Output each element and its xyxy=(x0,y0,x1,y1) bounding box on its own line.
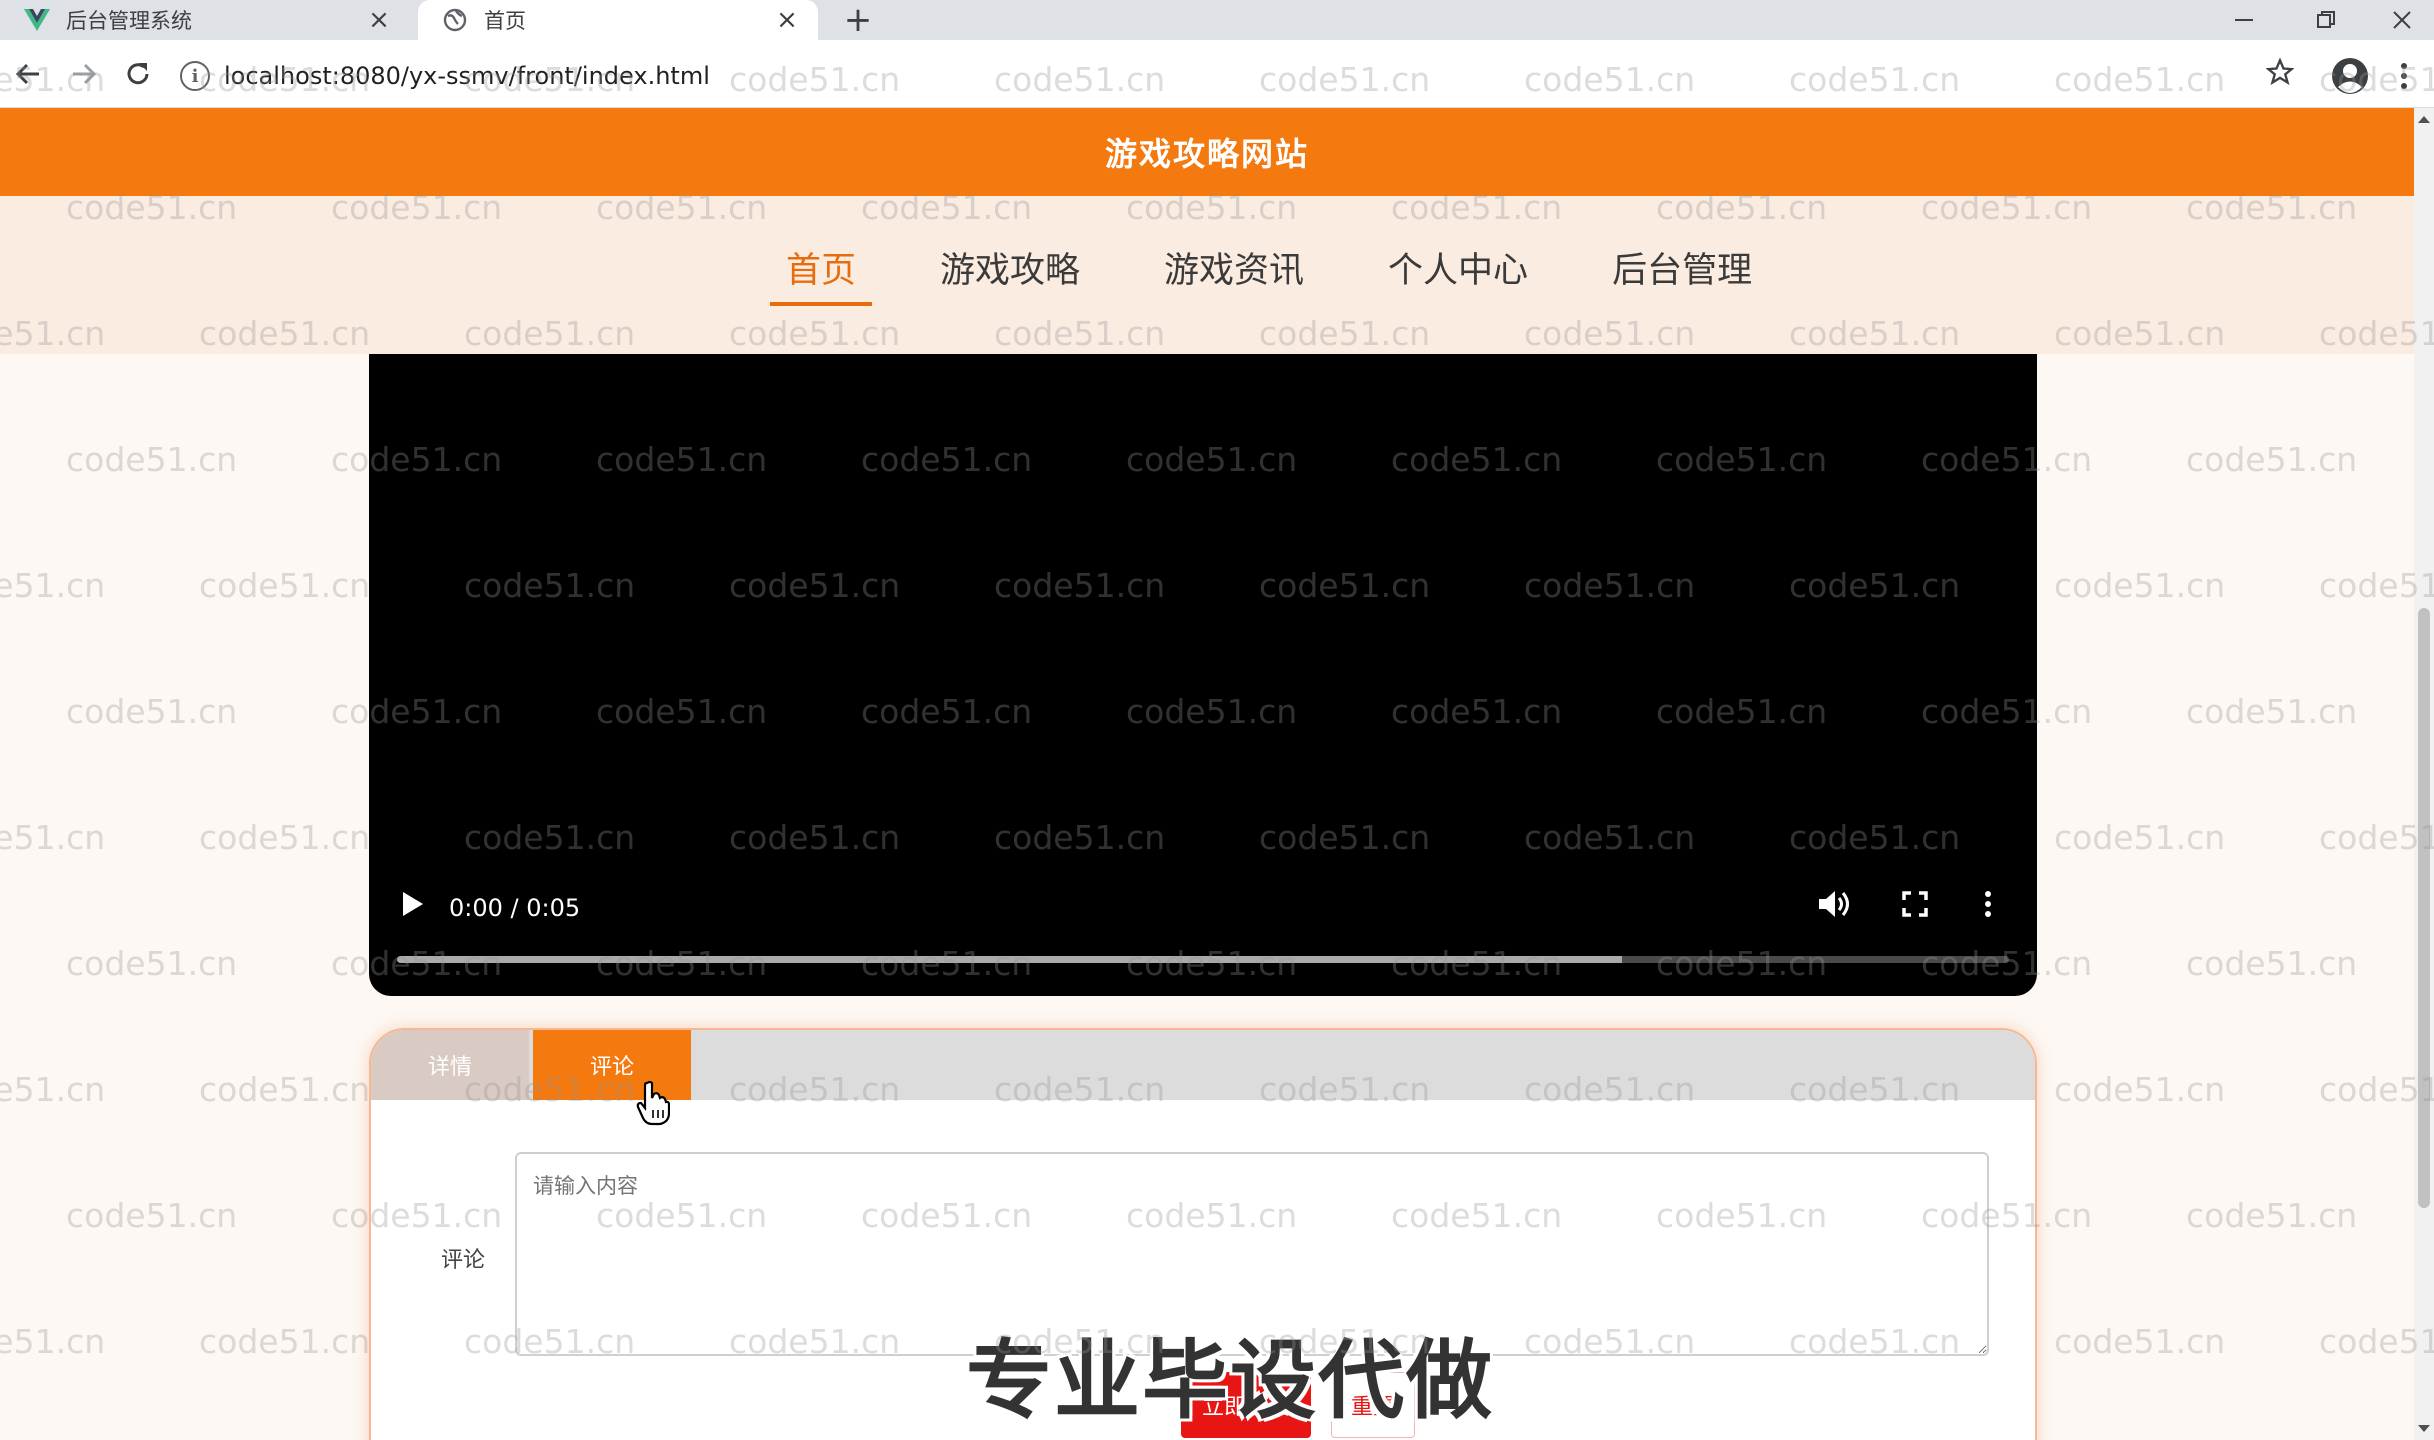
nav-item-game-guides[interactable]: 游戏攻略 xyxy=(924,246,1096,306)
browser-tab-title: 后台管理系统 xyxy=(66,9,192,33)
browser-menu-icon[interactable] xyxy=(2392,58,2416,94)
watermark-text: code51.cn xyxy=(2054,1322,2226,1361)
watermark-text: code51.cn xyxy=(66,1196,238,1235)
scroll-up-icon[interactable] xyxy=(2418,116,2430,123)
watermark-text: code51.cn xyxy=(199,818,371,857)
browser-tab-bar: 后台管理系统 × 首页 × + xyxy=(0,0,2434,40)
info-icon[interactable]: i xyxy=(180,61,210,91)
reload-button[interactable] xyxy=(116,52,160,96)
watermark-text: code51.cn xyxy=(0,1070,106,1109)
browser-tab-home[interactable]: 首页 × xyxy=(418,0,818,40)
watermark-text: code51.cn xyxy=(0,566,106,605)
watermark-text: code51.cn xyxy=(2186,440,2358,479)
browser-tab-title: 首页 xyxy=(484,9,526,33)
video-buffered-bar xyxy=(397,956,1623,963)
close-tab-icon[interactable]: × xyxy=(774,5,800,35)
nav-item-game-news[interactable]: 游戏资讯 xyxy=(1148,246,1320,306)
bookmark-star-icon[interactable] xyxy=(2265,57,2295,90)
watermark-text: code51.cn xyxy=(0,818,106,857)
browser-tab-admin[interactable]: 后台管理系统 × xyxy=(0,0,410,40)
watermark-text: code51.cn xyxy=(199,566,371,605)
watermark-text: code51.cn xyxy=(2186,1196,2358,1235)
watermark-text: code51.cn xyxy=(199,1322,371,1361)
nav-item-user-center[interactable]: 个人中心 xyxy=(1372,246,1544,306)
video-progress-bar[interactable] xyxy=(397,956,2009,963)
main-nav: 首页 游戏攻略 游戏资讯 个人中心 后台管理 xyxy=(0,196,2414,354)
detail-tabs: 详情 评论 xyxy=(371,1030,2035,1100)
fullscreen-icon[interactable] xyxy=(1901,890,1929,922)
site-title: 游戏攻略网站 xyxy=(1104,135,1309,173)
video-more-icon[interactable] xyxy=(1983,888,1993,924)
watermark-text: code51.cn xyxy=(66,440,238,479)
browser-toolbar: i localhost:8080/yx-ssmv/front/index.htm… xyxy=(0,40,2434,108)
watermark-text: code51.cn xyxy=(2054,1070,2226,1109)
watermark-text: code51.cn xyxy=(66,944,238,983)
globe-icon xyxy=(442,7,468,33)
back-button[interactable] xyxy=(6,52,50,96)
watermark-text: code51.cn xyxy=(2054,818,2226,857)
forward-button[interactable] xyxy=(62,52,106,96)
video-player[interactable]: 0:00 / 0:05 xyxy=(369,354,2037,996)
hand-cursor-icon xyxy=(636,1080,671,1126)
watermark-text: code51.cn xyxy=(66,692,238,731)
nav-item-home[interactable]: 首页 xyxy=(770,246,873,306)
video-time: 0:00 / 0:05 xyxy=(449,894,581,922)
close-window-icon[interactable] xyxy=(2374,0,2430,40)
watermark-text: code51.cn xyxy=(2054,566,2226,605)
nav-item-admin[interactable]: 后台管理 xyxy=(1596,246,1768,306)
page-scrollbar[interactable] xyxy=(2414,108,2434,1440)
minimize-icon[interactable] xyxy=(2216,0,2272,40)
restore-icon[interactable] xyxy=(2298,0,2354,40)
close-tab-icon[interactable]: × xyxy=(366,5,392,35)
scroll-down-icon[interactable] xyxy=(2418,1425,2430,1432)
promo-overlay-text: 专业毕设代做 xyxy=(966,1331,1494,1431)
watermark-text: code51.cn xyxy=(199,1070,371,1109)
play-icon[interactable] xyxy=(399,890,425,918)
url-text: localhost:8080/yx-ssmv/front/index.html xyxy=(224,62,710,90)
address-bar[interactable]: i localhost:8080/yx-ssmv/front/index.htm… xyxy=(180,56,2290,96)
vue-logo-icon xyxy=(24,7,50,33)
comment-label: 评论 xyxy=(441,1248,486,1273)
tab-details[interactable]: 详情 xyxy=(371,1030,529,1100)
watermark-text: code51.cn xyxy=(0,1322,106,1361)
new-tab-button[interactable]: + xyxy=(838,0,878,40)
profile-avatar-icon[interactable] xyxy=(2330,56,2370,96)
watermark-text: code51.cn xyxy=(2186,692,2358,731)
watermark-text: code51.cn xyxy=(2186,944,2358,983)
volume-icon[interactable] xyxy=(1817,888,1851,924)
scroll-thumb[interactable] xyxy=(2418,608,2430,1208)
site-header: 游戏攻略网站 xyxy=(0,108,2414,196)
